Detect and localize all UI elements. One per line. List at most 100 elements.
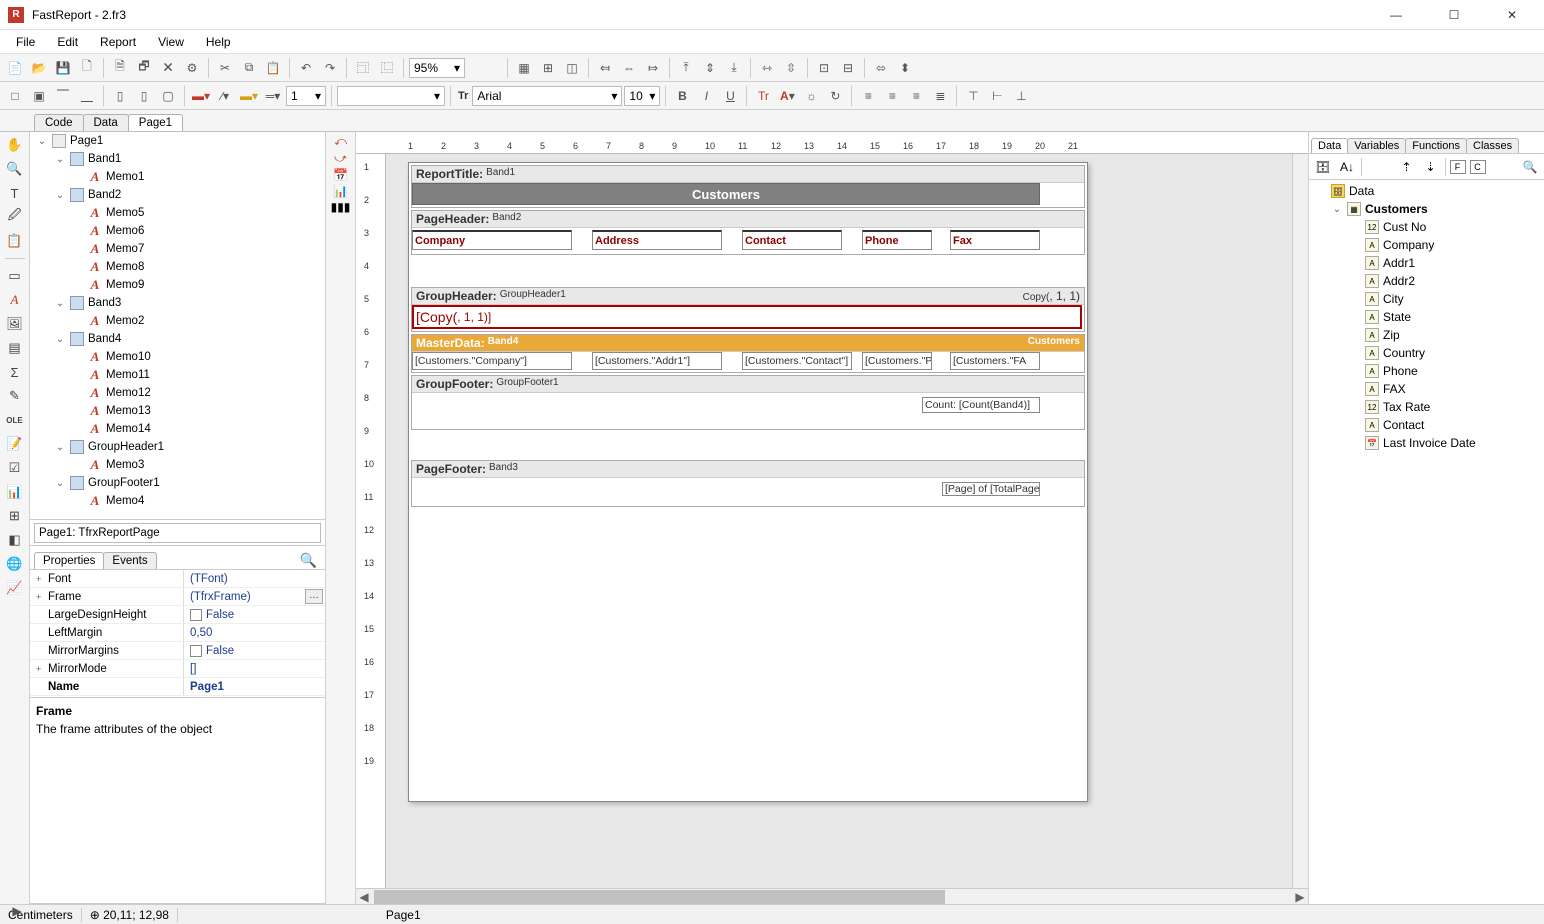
property-value[interactable]: (TFont) bbox=[184, 570, 325, 587]
bold-button[interactable]: B bbox=[671, 85, 693, 107]
tree-node[interactable]: ⌄ Band2 bbox=[48, 186, 325, 204]
space-v-button[interactable]: ⇳ bbox=[780, 57, 802, 79]
data-sort-icon[interactable]: A↓ bbox=[1337, 157, 1357, 177]
tree-node[interactable]: A Memo2 bbox=[66, 312, 325, 330]
tree-node[interactable]: A Memo14 bbox=[66, 420, 325, 438]
picture-tool-button[interactable]: 🖼 bbox=[4, 313, 26, 335]
tree-node[interactable]: A Memo13 bbox=[66, 402, 325, 420]
highlight-button[interactable]: ☼ bbox=[800, 85, 822, 107]
data-tree-node[interactable]: 🗄 Data bbox=[1315, 182, 1542, 200]
calendar-button[interactable]: 📅 bbox=[333, 168, 348, 182]
memo-object[interactable]: Contact bbox=[742, 230, 842, 250]
band-reporttitle[interactable]: ReportTitle: Band1 Customers bbox=[411, 165, 1085, 208]
data-tab-data[interactable]: Data bbox=[1311, 138, 1348, 153]
chart-insert-button[interactable]: 📊 bbox=[333, 184, 348, 198]
align-middle-button[interactable]: ⇕ bbox=[699, 57, 721, 79]
data-tree-node[interactable]: A Addr2 bbox=[1349, 272, 1542, 290]
tree-node[interactable]: A Memo4 bbox=[66, 492, 325, 510]
text-valign-bottom-button[interactable]: ⊥ bbox=[1010, 85, 1032, 107]
crosstab-tool-button[interactable]: ⊞ bbox=[4, 505, 26, 527]
gauge-tool-button[interactable]: 📈 bbox=[4, 577, 26, 599]
snap-grid-button[interactable]: ⊞ bbox=[537, 57, 559, 79]
property-value[interactable]: Page1 bbox=[184, 678, 325, 695]
tab-data[interactable]: Data bbox=[83, 114, 129, 131]
align-left-button[interactable]: ⤆ bbox=[594, 57, 616, 79]
same-width-button[interactable]: ⬄ bbox=[870, 57, 892, 79]
property-row[interactable]: LeftMargin 0,50 bbox=[30, 624, 325, 642]
line-color-button[interactable]: ∕▾ bbox=[214, 85, 236, 107]
memo-object[interactable]: [Customers."Company"] bbox=[412, 352, 572, 370]
expand-icon[interactable]: ⌄ bbox=[54, 478, 66, 489]
memo-object[interactable]: [Customers."Addr1"] bbox=[592, 352, 722, 370]
memo-object[interactable]: [Customers."Ph bbox=[862, 352, 932, 370]
data-tree-node[interactable]: A FAX bbox=[1349, 380, 1542, 398]
property-value[interactable]: (TfrxFrame) … bbox=[184, 588, 325, 605]
undo-arc-button[interactable]: ⤺ bbox=[334, 134, 347, 149]
ole-tool-button[interactable]: OLE bbox=[4, 409, 26, 431]
data-tree-node[interactable]: A State bbox=[1349, 308, 1542, 326]
subreport-tool-button[interactable]: ▤ bbox=[4, 337, 26, 359]
underline-button[interactable]: U bbox=[719, 85, 741, 107]
property-value[interactable]: [] bbox=[184, 660, 325, 677]
data-field-icon[interactable]: F bbox=[1450, 160, 1466, 174]
memo-object[interactable]: [Customers."Contact"] bbox=[742, 352, 852, 370]
data-tree-node[interactable]: A Zip bbox=[1349, 326, 1542, 344]
data-tree[interactable]: 🗄 Data ⌄ ▦ Customers 12 Cust No A Compan… bbox=[1309, 180, 1544, 904]
fill-color-button[interactable]: ▬▾ bbox=[190, 85, 212, 107]
memo-object[interactable]: Fax bbox=[950, 230, 1040, 250]
font-settings-button[interactable]: Tr bbox=[752, 85, 774, 107]
property-grid[interactable]: +Font (TFont) +Frame (TfrxFrame) … Large… bbox=[30, 570, 325, 698]
expand-icon[interactable]: ⌄ bbox=[54, 298, 66, 309]
property-value[interactable]: False bbox=[184, 642, 325, 659]
data-collapse-icon[interactable]: ⇡ bbox=[1397, 157, 1417, 177]
hand-tool-button[interactable]: ✋ bbox=[4, 134, 26, 156]
tree-node[interactable]: ⌄ Page1 bbox=[30, 132, 325, 150]
data-search-icon[interactable]: 🔍 bbox=[1520, 157, 1540, 177]
group-button[interactable]: ⿹ bbox=[352, 57, 374, 79]
new-button[interactable]: 📄 bbox=[4, 57, 26, 79]
band-pageheader[interactable]: PageHeader: Band2 CompanyAddressContactP… bbox=[411, 210, 1085, 255]
line-width-button[interactable]: ═▾ bbox=[262, 85, 284, 107]
tree-node[interactable]: A Memo1 bbox=[66, 168, 325, 186]
text-tool-button[interactable]: T bbox=[4, 182, 26, 204]
page-settings-button[interactable]: ⚙ bbox=[181, 57, 203, 79]
tree-node[interactable]: A Memo3 bbox=[66, 456, 325, 474]
frame-left-button[interactable]: ▯ bbox=[109, 85, 131, 107]
expand-icon[interactable]: ⌄ bbox=[54, 190, 66, 201]
no-frame-button[interactable]: □ bbox=[4, 85, 26, 107]
text-align-left-button[interactable]: ≡ bbox=[857, 85, 879, 107]
memo-object[interactable]: Count: [Count(Band4)] bbox=[922, 397, 1040, 413]
copy-format-button[interactable]: 📋 bbox=[4, 230, 26, 252]
expand-icon[interactable]: ⌄ bbox=[36, 136, 48, 147]
menu-edit[interactable]: Edit bbox=[47, 32, 88, 52]
tree-node[interactable]: A Memo7 bbox=[66, 240, 325, 258]
data-tree-node[interactable]: A Country bbox=[1349, 344, 1542, 362]
menu-help[interactable]: Help bbox=[196, 32, 241, 52]
tree-node[interactable]: ⌄ GroupHeader1 bbox=[48, 438, 325, 456]
data-tree-node[interactable]: A Company bbox=[1349, 236, 1542, 254]
data-tree-node[interactable]: A Contact bbox=[1349, 416, 1542, 434]
tree-node[interactable]: A Memo9 bbox=[66, 276, 325, 294]
chart-tool-button[interactable]: 📊 bbox=[4, 481, 26, 503]
report-page[interactable]: ReportTitle: Band1 Customers PageHeader:… bbox=[408, 162, 1088, 802]
tab-code[interactable]: Code bbox=[34, 114, 84, 131]
property-value[interactable]: False bbox=[184, 606, 325, 623]
font-color-button[interactable]: A▾ bbox=[776, 85, 798, 107]
copy-button[interactable]: ⧉ bbox=[238, 57, 260, 79]
shape-tool-button[interactable]: 🌐 bbox=[4, 553, 26, 575]
property-value[interactable]: 0,50 bbox=[184, 624, 325, 641]
minimize-button[interactable]: — bbox=[1376, 5, 1416, 25]
system-text-button[interactable]: Σ bbox=[4, 361, 26, 383]
property-row[interactable]: +MirrorMode [] bbox=[30, 660, 325, 678]
vertical-scrollbar[interactable] bbox=[1292, 154, 1308, 888]
prop-tab-properties[interactable]: Properties bbox=[34, 552, 104, 569]
undo-button[interactable]: ↶ bbox=[295, 57, 317, 79]
data-tree-node[interactable]: A Addr1 bbox=[1349, 254, 1542, 272]
style-combo[interactable]: ▾ bbox=[337, 86, 445, 106]
frame-bottom-button[interactable]: ⎽ bbox=[76, 85, 98, 107]
data-db-icon[interactable]: 🗄 bbox=[1313, 157, 1333, 177]
page-scroll-area[interactable]: ReportTitle: Band1 Customers PageHeader:… bbox=[386, 154, 1292, 888]
tree-node[interactable]: ⌄ Band4 bbox=[48, 330, 325, 348]
text-valign-middle-button[interactable]: ⊢ bbox=[986, 85, 1008, 107]
tree-node[interactable]: ⌄ GroupFooter1 bbox=[48, 474, 325, 492]
